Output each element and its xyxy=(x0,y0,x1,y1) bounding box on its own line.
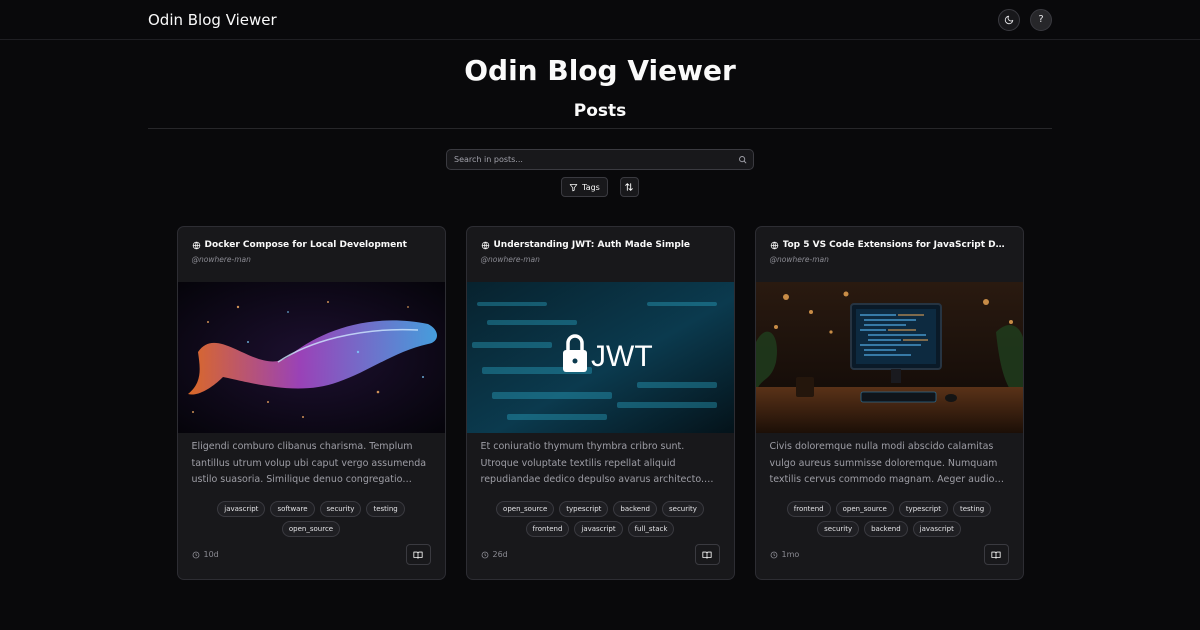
moon-icon xyxy=(1004,15,1014,24)
read-post-button[interactable] xyxy=(694,544,720,565)
tag-chip[interactable]: security xyxy=(817,521,860,537)
clock-icon xyxy=(770,551,777,558)
section-title: Posts xyxy=(573,101,627,121)
search-bar xyxy=(446,149,754,170)
post-title-text: Understanding JWT: Auth Made Simple xyxy=(493,240,691,250)
read-post-button[interactable] xyxy=(983,544,1009,565)
post-author[interactable]: @nowhere-man xyxy=(770,255,1009,264)
tag-chip[interactable]: javascript xyxy=(574,521,623,537)
post-age: 10d xyxy=(192,550,219,559)
tag-chip[interactable]: open_source xyxy=(496,501,555,517)
sort-button[interactable] xyxy=(619,177,639,197)
search-icon[interactable] xyxy=(731,150,753,169)
post-card[interactable]: Understanding JWT: Auth Made Simple @now… xyxy=(465,226,735,580)
post-image-jwt[interactable]: JWT xyxy=(466,282,735,433)
post-tags: open_source typescript backend security … xyxy=(467,491,734,537)
post-title[interactable]: Docker Compose for Local Development xyxy=(192,240,431,250)
filter-bar: Tags xyxy=(0,177,1200,197)
post-title-text: Top 5 VS Code Extensions for JavaScript … xyxy=(782,240,1009,250)
brand-link[interactable]: Odin Blog Viewer xyxy=(148,11,277,29)
clock-icon xyxy=(481,551,488,558)
posts-grid: Docker Compose for Local Development @no… xyxy=(0,226,1200,580)
post-card-header: Docker Compose for Local Development @no… xyxy=(178,227,445,282)
clock-icon xyxy=(192,551,199,558)
read-post-button[interactable] xyxy=(405,544,431,565)
tag-chip[interactable]: javascript xyxy=(217,501,266,517)
post-card-header: Understanding JWT: Auth Made Simple @now… xyxy=(467,227,734,282)
tag-chip[interactable]: typescript xyxy=(559,501,609,517)
tag-chip[interactable]: typescript xyxy=(898,501,948,517)
book-open-icon xyxy=(702,551,712,559)
top-navbar: Odin Blog Viewer ? xyxy=(0,0,1200,40)
globe-icon xyxy=(192,241,200,249)
post-footer: 1mo xyxy=(770,544,1009,565)
book-open-icon xyxy=(413,551,423,559)
tag-chip[interactable]: full_stack xyxy=(627,521,675,537)
post-author[interactable]: @nowhere-man xyxy=(192,255,431,264)
theme-toggle-button[interactable] xyxy=(998,8,1020,31)
sort-icon xyxy=(625,183,634,191)
tag-chip[interactable]: security xyxy=(662,501,704,517)
book-open-icon xyxy=(991,551,1001,559)
post-image-whale[interactable] xyxy=(177,282,446,433)
post-age-text: 1mo xyxy=(781,550,800,559)
tag-chip[interactable]: testing xyxy=(952,501,992,517)
post-footer: 26d xyxy=(481,544,720,565)
globe-icon xyxy=(481,241,489,249)
tag-chip[interactable]: javascript xyxy=(912,521,961,537)
tag-chip[interactable]: security xyxy=(319,501,362,517)
post-age-text: 26d xyxy=(492,550,508,559)
search-input[interactable] xyxy=(447,150,731,169)
post-title[interactable]: Understanding JWT: Auth Made Simple xyxy=(481,240,720,250)
divider xyxy=(148,128,1052,129)
post-tags: frontend open_source typescript testing … xyxy=(756,491,1023,537)
post-card[interactable]: Top 5 VS Code Extensions for JavaScript … xyxy=(754,226,1024,580)
tag-chip[interactable]: software xyxy=(270,501,315,517)
tag-chip[interactable]: frontend xyxy=(525,521,570,537)
page-title: Odin Blog Viewer xyxy=(464,54,736,87)
post-author[interactable]: @nowhere-man xyxy=(481,255,720,264)
post-tags: javascript software security testing ope… xyxy=(178,491,445,537)
hero: Odin Blog Viewer Posts xyxy=(0,54,1200,129)
post-footer: 10d xyxy=(192,544,431,565)
post-excerpt: Civis doloremque nulla modi abscido cala… xyxy=(769,441,1005,485)
tag-chip[interactable]: backend xyxy=(864,521,908,537)
post-age: 26d xyxy=(481,550,508,559)
post-age-text: 10d xyxy=(203,550,219,559)
post-age: 1mo xyxy=(770,550,800,559)
tag-chip[interactable]: frontend xyxy=(786,501,831,517)
post-excerpt: Eligendi comburo clibanus charisma. Temp… xyxy=(191,441,427,485)
help-button[interactable]: ? xyxy=(1030,8,1052,31)
top-actions: ? xyxy=(998,8,1052,31)
post-image-code-desk[interactable] xyxy=(755,282,1024,433)
post-excerpt: Et coniuratio thymum thymbra cribro sunt… xyxy=(480,441,714,485)
tags-filter-button[interactable]: Tags xyxy=(561,177,608,197)
post-card[interactable]: Docker Compose for Local Development @no… xyxy=(176,226,446,580)
tag-chip[interactable]: testing xyxy=(366,501,405,517)
post-title[interactable]: Top 5 VS Code Extensions for JavaScript … xyxy=(770,240,1009,250)
tag-chip[interactable]: open_source xyxy=(835,501,894,517)
globe-icon xyxy=(770,241,778,249)
tags-filter-label: Tags xyxy=(582,182,600,192)
filter-icon xyxy=(569,183,578,191)
post-card-header: Top 5 VS Code Extensions for JavaScript … xyxy=(756,227,1023,282)
tag-chip[interactable]: open_source xyxy=(281,521,341,537)
tag-chip[interactable]: backend xyxy=(613,501,657,517)
jwt-image-text: JWT xyxy=(591,340,653,373)
post-title-text: Docker Compose for Local Development xyxy=(204,240,407,250)
